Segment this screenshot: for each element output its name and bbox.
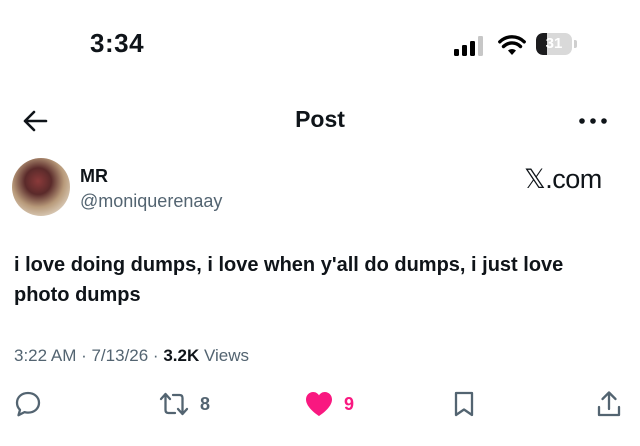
status-time: 3:34: [90, 28, 145, 58]
reply-icon: [15, 391, 41, 417]
bookmark-icon: [454, 391, 474, 417]
more-options-icon[interactable]: [578, 116, 608, 126]
bookmark-button[interactable]: [452, 390, 476, 418]
cellular-signal-icon: [454, 36, 483, 56]
author-name[interactable]: MR: [80, 166, 108, 187]
repost-icon: [159, 392, 189, 416]
battery-icon: 31: [536, 33, 580, 55]
share-button[interactable]: [596, 390, 622, 418]
views-label: Views: [203, 346, 250, 365]
avatar[interactable]: [12, 158, 70, 216]
like-count: 9: [344, 393, 355, 414]
wifi-icon: [498, 35, 526, 55]
like-button[interactable]: 9: [304, 390, 354, 418]
battery-level: 31: [545, 35, 563, 52]
page-title: Post: [295, 106, 345, 132]
heart-icon: [306, 392, 332, 416]
views-count: 3.2K: [163, 346, 200, 365]
reply-button[interactable]: [14, 390, 42, 418]
repost-button[interactable]: 8: [158, 390, 210, 418]
repost-count: 8: [200, 393, 211, 414]
x-logo-watermark: 𝕏.com: [524, 164, 602, 194]
share-icon: [597, 391, 621, 417]
post-timestamp: 3:22 AM · 7/13/26 ·: [14, 346, 164, 365]
post-meta: 3:22 AM · 7/13/26 · 3.2K Views: [14, 346, 249, 366]
author-handle[interactable]: @moniquerenaay: [80, 191, 222, 212]
post-text: i love doing dumps, i love when y'all do…: [14, 254, 564, 306]
